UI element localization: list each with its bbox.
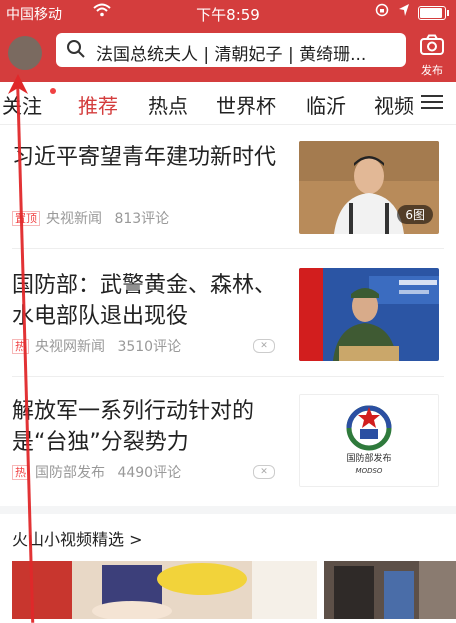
battery-icon — [418, 6, 449, 20]
comment-count: 4490评论 — [117, 465, 182, 481]
article-thumbnail[interactable]: 6图 — [299, 141, 439, 234]
dislike-icon[interactable]: ✕ — [253, 465, 275, 479]
search-bar[interactable]: 法国总统夫人 | 清朝妃子 | 黄绮珊... — [56, 33, 406, 67]
tab-linyi[interactable]: 临沂 — [306, 90, 346, 119]
article-title[interactable]: 解放军一系列行动针对的是“台独”分裂势力 — [12, 396, 287, 458]
tab-hot[interactable]: 热点 — [148, 90, 188, 119]
avatar[interactable] — [8, 36, 42, 70]
article-source: 国防部发布 — [35, 465, 105, 481]
article-thumbnail[interactable] — [299, 268, 439, 361]
video-thumbnail[interactable] — [324, 561, 456, 619]
comment-count: 813评论 — [114, 211, 170, 227]
article-source: 央视网新闻 — [35, 339, 105, 355]
dislike-icon[interactable]: ✕ — [253, 339, 275, 353]
publish-button[interactable]: 发布 — [412, 34, 452, 78]
status-bar: 中国移动 下午8:59 — [0, 0, 456, 26]
channel-tabs: 关注 推荐 热点 世界杯 临沂 视频 — [0, 82, 456, 125]
logo-subtext: MODSO — [356, 467, 383, 475]
app-header: 中国移动 下午8:59 法国总统夫人 | 清朝妃子 | 黄绮珊... 发布 — [0, 0, 456, 82]
new-indicator-dot — [50, 88, 56, 94]
logo-text: 国防部发布 — [346, 452, 391, 464]
article-source: 央视新闻 — [46, 211, 102, 227]
search-suggestion-text: 法国总统夫人 | 清朝妃子 | 黄绮珊... — [96, 45, 367, 65]
tab-world-cup[interactable]: 世界杯 — [216, 90, 276, 119]
article-title[interactable]: 习近平寄望青年建功新时代 — [12, 142, 282, 173]
article-meta: 置顶 央视新闻 813评论 — [12, 208, 177, 228]
pinned-badge: 置顶 — [12, 211, 40, 226]
article-meta: 热央视网新闻 3510评论 — [12, 336, 189, 356]
menu-icon[interactable] — [421, 92, 443, 112]
article-meta: 热国防部发布 4490评论 — [12, 462, 189, 482]
comment-count: 3510评论 — [117, 339, 182, 355]
tab-video[interactable]: 视频 — [374, 90, 414, 119]
arrow-head-icon — [8, 74, 28, 94]
image-count-badge: 6图 — [397, 205, 433, 224]
mod-logo: 国防部发布 MODSO — [300, 395, 438, 486]
divider — [12, 376, 444, 377]
tab-recommend[interactable]: 推荐 — [78, 90, 118, 119]
camera-icon — [419, 34, 445, 60]
lock-rotation-icon — [375, 3, 389, 21]
publish-label: 发布 — [421, 64, 443, 77]
article-title[interactable]: 国防部：武警黄金、森林、水电部队退出现役 — [12, 270, 287, 332]
section-divider — [0, 506, 456, 514]
video-thumbnail[interactable] — [12, 561, 317, 619]
search-icon — [66, 39, 86, 59]
divider — [12, 248, 444, 249]
article-thumbnail[interactable]: 国防部发布 MODSO — [299, 394, 439, 487]
location-icon — [398, 3, 410, 21]
